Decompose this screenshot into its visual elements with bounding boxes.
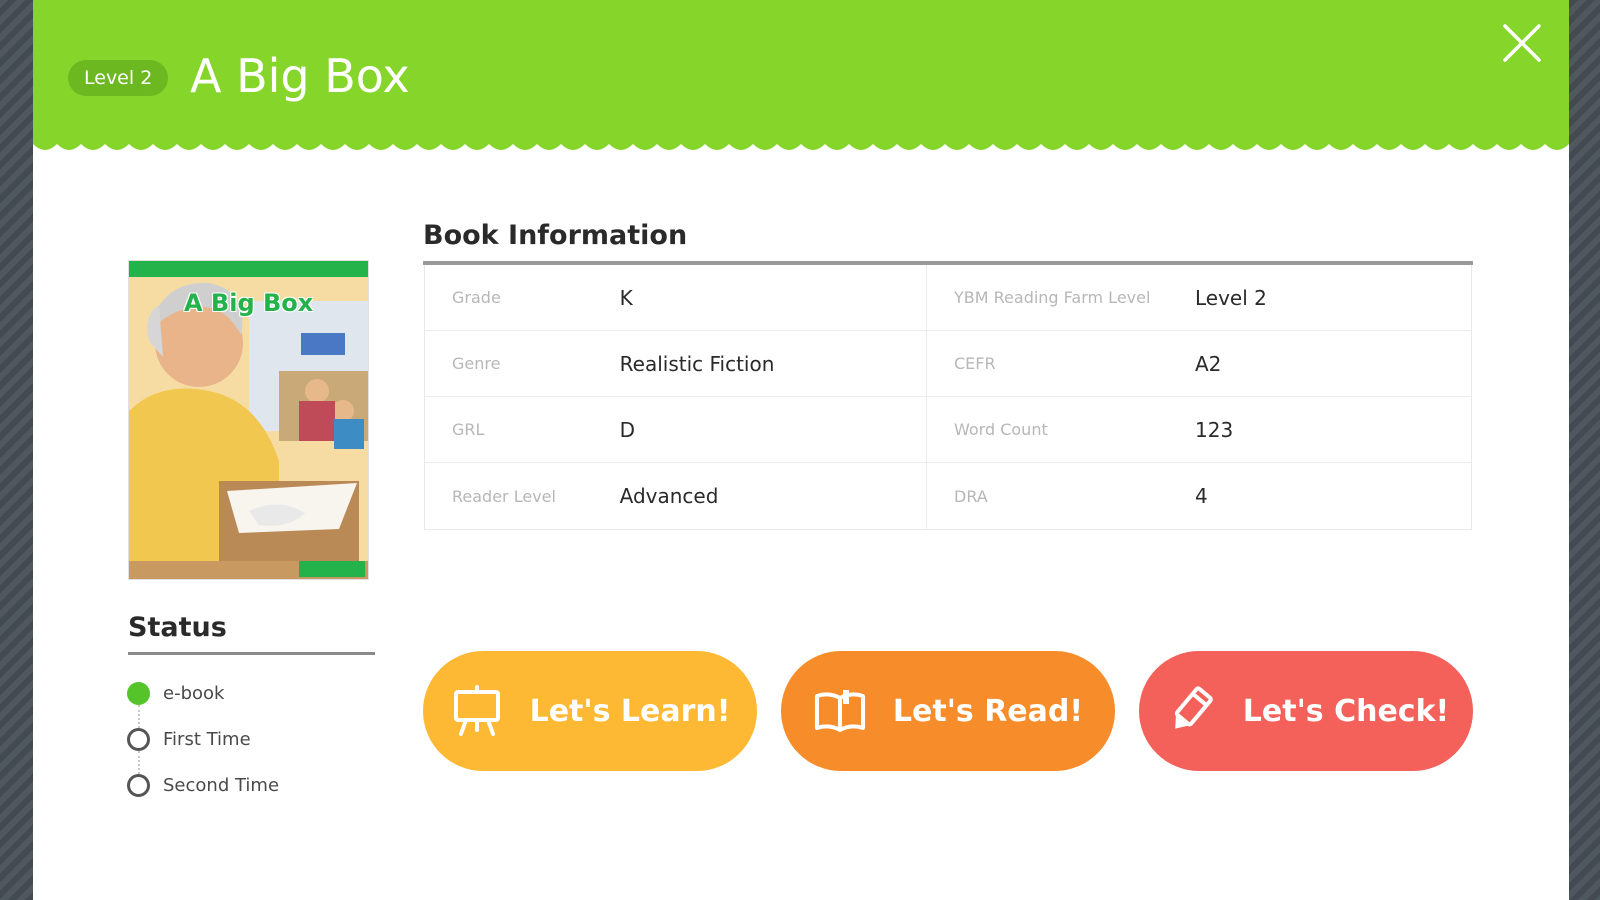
status-dot-complete (127, 682, 150, 705)
lets-learn-label: Let's Learn! (529, 693, 731, 729)
lets-learn-button[interactable]: Let's Learn! (423, 651, 757, 771)
status-label: First Time (163, 729, 251, 750)
status-heading: Status (128, 612, 227, 643)
info-value: 4 (1195, 484, 1208, 508)
info-value: Level 2 (1195, 285, 1267, 310)
status-connector (138, 751, 140, 774)
info-value: Advanced (619, 484, 719, 508)
header-bar: Level 2 A Big Box (33, 0, 1569, 140)
book-information-heading: Book Information (423, 220, 688, 251)
info-label: Genre (452, 354, 501, 373)
lets-read-label: Let's Read! (892, 693, 1084, 729)
info-label: CEFR (954, 354, 996, 373)
book-detail-modal: Level 2 A Big Box A Big Box Status e-boo… (33, 0, 1569, 900)
level-badge: Level 2 (68, 60, 169, 96)
book-information-table: Grade K YBM Reading Farm Level Level 2 G… (424, 265, 1472, 530)
table-row: Grade K YBM Reading Farm Level Level 2 (425, 265, 1471, 331)
table-row: Genre Realistic Fiction CEFR A2 (425, 331, 1471, 397)
table-row: GRL D Word Count 123 (425, 397, 1471, 463)
open-book-icon (813, 684, 867, 738)
info-value: Realistic Fiction (619, 351, 775, 376)
info-label: Word Count (954, 420, 1048, 439)
status-item-second-time: Second Time (127, 774, 279, 820)
status-divider (128, 652, 375, 655)
status-item-ebook: e-book (127, 682, 279, 728)
lets-check-label: Let's Check! (1242, 693, 1450, 729)
lets-check-button[interactable]: Let's Check! (1139, 651, 1473, 771)
close-button[interactable] (1501, 22, 1543, 64)
info-label: DRA (954, 486, 988, 506)
status-label: Second Time (163, 775, 280, 796)
info-value: K (619, 285, 633, 310)
lets-read-button[interactable]: Let's Read! (781, 651, 1115, 771)
pencil-icon (1163, 684, 1217, 738)
easel-icon (450, 684, 504, 738)
info-label: GRL (452, 420, 485, 439)
info-value: A2 (1195, 351, 1222, 376)
status-label: e-book (163, 683, 225, 704)
status-item-first-time: First Time (127, 728, 279, 774)
info-label: Reader Level (452, 486, 556, 506)
info-label: YBM Reading Farm Level (954, 288, 1151, 307)
book-title: A Big Box (190, 49, 410, 103)
table-row: Reader Level Advanced DRA 4 (425, 463, 1471, 529)
close-icon (1503, 24, 1541, 62)
info-value: 123 (1195, 417, 1234, 442)
header-wave-edge (33, 138, 1569, 160)
cover-title: A Big Box (184, 289, 314, 317)
status-list: e-book First Time Second Time (127, 682, 279, 820)
status-dot-incomplete (127, 728, 150, 751)
book-cover[interactable]: A Big Box (128, 260, 369, 580)
info-label: Grade (452, 288, 501, 307)
status-dot-incomplete (127, 774, 150, 797)
status-connector (138, 705, 140, 728)
info-value: D (619, 417, 636, 442)
